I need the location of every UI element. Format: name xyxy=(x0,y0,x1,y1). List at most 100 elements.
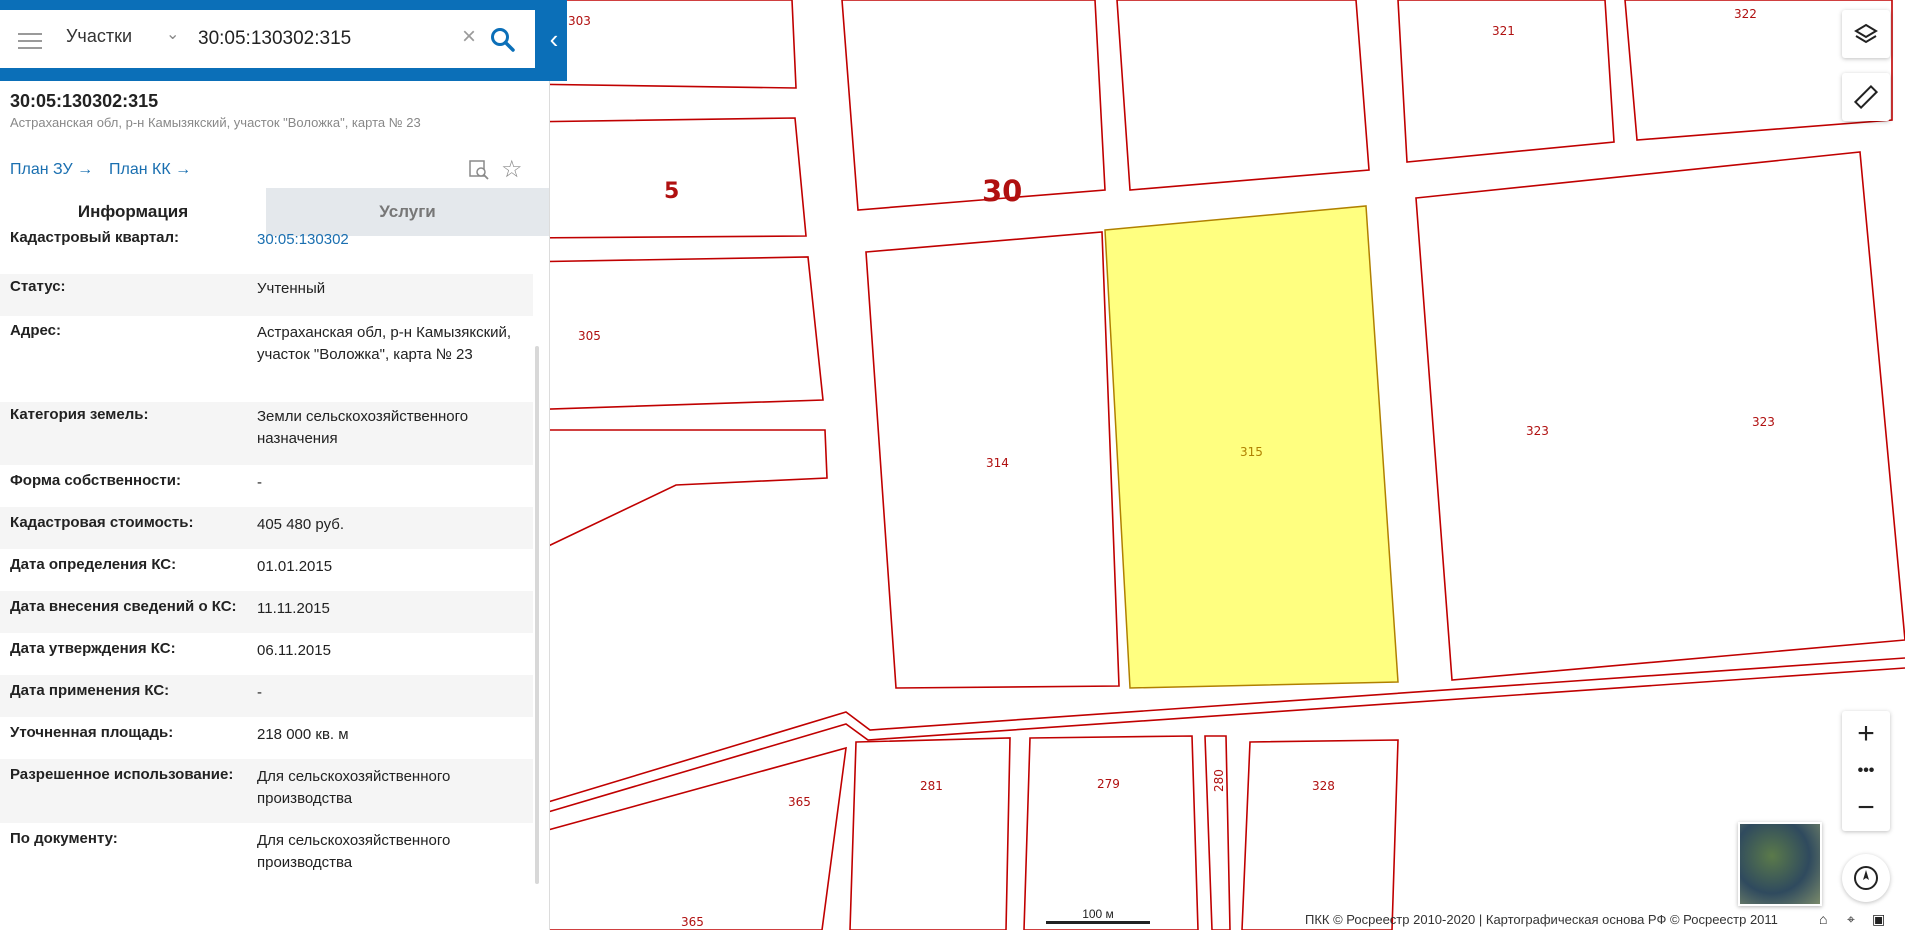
info-row: Дата внесения сведений о КС: 11.11.2015 xyxy=(0,591,533,633)
info-label: Уточненная площадь: xyxy=(10,724,174,741)
more-icon[interactable]: ••• xyxy=(1858,762,1875,778)
map-label-305: 305 xyxy=(578,329,601,343)
plan-zu-label: План ЗУ xyxy=(10,161,73,178)
info-row: Адрес: Астраханская обл, р-н Камызякский… xyxy=(0,316,533,402)
parcel-305 xyxy=(519,256,824,411)
ruler-icon xyxy=(1854,85,1878,109)
search-box: Участки ⌄ × xyxy=(0,10,535,68)
info-value: 405 480 руб. xyxy=(257,516,344,533)
info-table: Кадастровый квартал: 30:05:130302 Статус… xyxy=(0,229,533,887)
compass-icon xyxy=(1854,866,1878,890)
info-value: 11.11.2015 xyxy=(257,600,330,617)
chevron-left-icon[interactable]: ‹ xyxy=(544,22,564,56)
info-label: Категория земель: xyxy=(10,406,149,423)
layers-button[interactable] xyxy=(1842,10,1890,58)
map-label-30: 30 xyxy=(982,174,1022,208)
map-label-322: 322 xyxy=(1734,7,1757,21)
info-label: Дата определения КС: xyxy=(10,556,177,573)
info-value: Для сельскохозяйственного производства xyxy=(257,832,451,871)
object-address: Астраханская обл, р-н Камызякский, участ… xyxy=(10,115,421,130)
map-label-328: 328 xyxy=(1312,779,1335,793)
info-label: По документу: xyxy=(10,830,118,847)
map-label-323a: 323 xyxy=(1526,424,1549,438)
info-label: Дата внесения сведений о КС: xyxy=(10,598,237,615)
star-icon[interactable]: ☆ xyxy=(501,155,523,184)
map-label-365a: 365 xyxy=(788,795,811,809)
info-label: Разрешенное использование: xyxy=(10,766,234,783)
info-label: Кадастровый квартал: xyxy=(10,229,180,246)
plan-kk-label: План КК xyxy=(109,161,171,178)
parcel-top-a xyxy=(841,0,1106,211)
plan-zu-link[interactable]: План ЗУ → xyxy=(10,161,93,179)
parcel-323 xyxy=(1415,151,1905,681)
info-value: Учтенный xyxy=(257,280,326,297)
info-value: - xyxy=(257,474,262,491)
info-label: Кадастровая стоимость: xyxy=(10,514,194,531)
parcel-edge-left xyxy=(520,429,828,551)
cadastral-number-title: 30:05:130302:315 xyxy=(10,91,159,111)
info-row: Кадастровый квартал: 30:05:130302 xyxy=(0,229,533,274)
search-bar: Участки ⌄ × ‹ xyxy=(0,0,567,81)
info-row: Дата применения КС: - xyxy=(0,675,533,717)
find-on-map-icon[interactable] xyxy=(468,158,490,180)
zoom-controls: + ••• − xyxy=(1842,711,1890,831)
parcel-328 xyxy=(1241,739,1399,930)
parcel-365 xyxy=(547,746,847,930)
info-row: Форма собственности: - xyxy=(0,465,533,507)
locate-icon[interactable]: ⌖ xyxy=(1847,911,1855,928)
map-label-321: 321 xyxy=(1492,24,1515,38)
search-type-select[interactable]: Участки xyxy=(66,26,132,47)
info-sidebar: Участки ⌄ × ‹ 30:05:130302:315 Астраханс… xyxy=(0,0,567,930)
info-row: Дата утверждения КС: 06.11.2015 xyxy=(0,633,533,675)
scale-bar: 100 м xyxy=(1046,908,1150,924)
info-value: Земли сельскохозяйственного назначения xyxy=(257,408,469,447)
info-value: Астраханская обл, р-н Камызякский, участ… xyxy=(257,324,512,363)
info-label: Статус: xyxy=(10,278,66,295)
plan-kk-link[interactable]: План КК → xyxy=(109,161,191,179)
parcel-top-b xyxy=(1116,0,1370,191)
cadastral-quarter-link[interactable]: 30:05:130302 xyxy=(257,229,523,274)
info-row: Разрешенное использование: Для сельскохо… xyxy=(0,759,533,823)
arrow-right-icon: → xyxy=(72,161,94,178)
info-row: Уточненная площадь: 218 000 кв. м xyxy=(0,717,533,759)
panel-icon[interactable]: ▣ xyxy=(1872,911,1885,928)
map-label-315: 315 xyxy=(1240,445,1263,459)
info-label: Дата применения КС: xyxy=(10,682,170,699)
home-icon[interactable]: ⌂ xyxy=(1819,911,1827,927)
parcel-5 xyxy=(519,117,807,239)
chevron-down-icon[interactable]: ⌄ xyxy=(166,24,179,44)
info-value: 06.11.2015 xyxy=(257,642,331,659)
parcel-279 xyxy=(1023,735,1199,930)
close-icon[interactable]: × xyxy=(462,23,476,51)
search-icon[interactable] xyxy=(490,27,516,53)
map-label-323b: 323 xyxy=(1752,415,1775,429)
minimap-toggle[interactable] xyxy=(1738,822,1822,906)
map-copyright: ПКК © Росреестр 2010-2020 | Картографиче… xyxy=(1305,912,1778,927)
info-label: Форма собственности: xyxy=(10,472,181,489)
map-label-281: 281 xyxy=(920,779,943,793)
info-row: Дата определения КС: 01.01.2015 xyxy=(0,549,533,591)
info-row: По документу: Для сельскохозяйственного … xyxy=(0,823,533,887)
menu-icon[interactable] xyxy=(18,30,42,49)
zoom-out-icon[interactable]: − xyxy=(1857,792,1875,823)
zoom-in-icon[interactable]: + xyxy=(1857,719,1875,749)
info-row: Кадастровая стоимость: 405 480 руб. xyxy=(0,507,533,549)
map-label-5: 5 xyxy=(664,179,679,204)
ruler-button[interactable] xyxy=(1842,73,1890,121)
map-label-280: 280 xyxy=(1212,769,1226,792)
map-label-303: 303 xyxy=(568,14,591,28)
arrow-right-icon: → xyxy=(170,161,192,178)
info-value: Для сельскохозяйственного производства xyxy=(257,768,451,807)
parcel-280 xyxy=(1204,735,1231,930)
compass-button[interactable] xyxy=(1842,854,1890,902)
parcel-281 xyxy=(849,737,1011,930)
sidebar-scrollbar[interactable] xyxy=(535,346,539,884)
info-label: Дата утверждения КС: xyxy=(10,640,176,657)
search-input[interactable] xyxy=(198,24,448,54)
layers-icon xyxy=(1854,23,1878,44)
map-label-365b: 365 xyxy=(681,915,704,929)
info-value: - xyxy=(257,684,262,701)
info-row: Статус: Учтенный xyxy=(0,274,533,316)
info-value: 218 000 кв. м xyxy=(257,726,349,743)
map-label-314: 314 xyxy=(986,456,1009,470)
